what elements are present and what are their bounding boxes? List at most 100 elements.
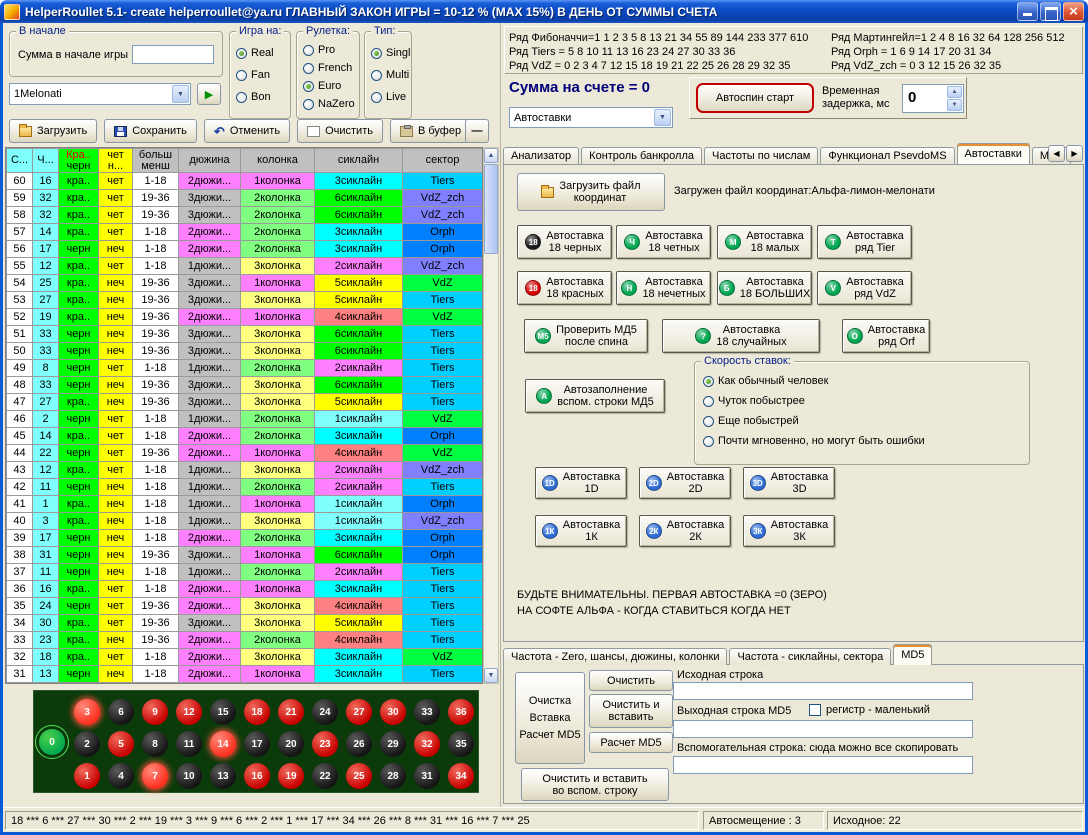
board-number-34[interactable]: 34 bbox=[448, 763, 474, 789]
board-number-36[interactable]: 36 bbox=[448, 699, 474, 725]
play-button[interactable]: ▶ bbox=[197, 83, 221, 105]
collapse-button[interactable]: — bbox=[465, 119, 489, 143]
speed-option-2[interactable]: Чуток побыстрее bbox=[703, 394, 925, 408]
table-row[interactable]: 498чернчет1-181дюжи...2колонка2сиклайнTi… bbox=[7, 360, 483, 377]
autobet-18-black-button[interactable]: 18Автоставка18 черных bbox=[517, 225, 612, 259]
table-row[interactable]: 3616кра..чет1-182дюжи...1колонка3сиклайн… bbox=[7, 581, 483, 598]
board-number-14[interactable]: 14 bbox=[210, 731, 236, 757]
board-number-30[interactable]: 30 bbox=[380, 699, 406, 725]
md5-clear-paste-calc-button[interactable]: Очистка Вставка Расчет MD5 bbox=[515, 672, 585, 764]
tab-freq-sixlines-sectors[interactable]: Частота - сиклайны, сектора bbox=[729, 648, 891, 665]
table-row[interactable]: 5832кра..чет19-363дюжи...2колонка6сиклай… bbox=[7, 207, 483, 224]
board-number-28[interactable]: 28 bbox=[380, 763, 406, 789]
board-number-35[interactable]: 35 bbox=[448, 731, 474, 757]
speed-option-3[interactable]: Еще побыстрей bbox=[703, 414, 925, 428]
table-row[interactable]: 5714кра..чет1-182дюжи...2колонка3сиклайн… bbox=[7, 224, 483, 241]
table-row[interactable]: 462чернчет1-181дюжи...2колонка1сиклайнVd… bbox=[7, 411, 483, 428]
board-number-16[interactable]: 16 bbox=[244, 763, 270, 789]
table-row[interactable]: 5033черннеч19-363дюжи...3колонка6сиклайн… bbox=[7, 343, 483, 360]
table-row[interactable]: 5327кра..неч19-363дюжи...3колонка5сиклай… bbox=[7, 292, 483, 309]
table-row[interactable]: 4211черннеч1-181дюжи...2колонка2сиклайнT… bbox=[7, 479, 483, 496]
lowercase-checkbox[interactable]: регистр - маленький bbox=[809, 704, 930, 716]
board-number-29[interactable]: 29 bbox=[380, 731, 406, 757]
table-row[interactable]: 3218кра..чет1-182дюжи...3колонка3сиклайн… bbox=[7, 649, 483, 666]
md5-calc-button[interactable]: Расчет MD5 bbox=[589, 732, 673, 753]
board-number-9[interactable]: 9 bbox=[142, 699, 168, 725]
start-sum-input[interactable] bbox=[132, 45, 214, 64]
board-number-0[interactable]: 0 bbox=[39, 729, 65, 755]
roulette-option-3[interactable]: Euro bbox=[303, 79, 355, 93]
table-row[interactable]: 411кра..неч1-181дюжи...1колонка1сиклайнO… bbox=[7, 496, 483, 513]
game-option-3[interactable]: Bon bbox=[236, 90, 274, 104]
autobet-18-odd-button[interactable]: НАвтоставка18 нечетных bbox=[616, 271, 711, 305]
board-number-18[interactable]: 18 bbox=[244, 699, 270, 725]
tabs-scroll-right-icon[interactable]: ▶ bbox=[1066, 145, 1083, 162]
load-button[interactable]: Загрузить bbox=[9, 119, 97, 143]
table-row[interactable]: 6016кра..чет1-182дюжи...1колонка3сиклайн… bbox=[7, 173, 483, 190]
autobet-3k-button[interactable]: 3КАвтоставка3К bbox=[743, 515, 835, 547]
table-scrollbar[interactable]: ▲ ▼ bbox=[483, 147, 499, 684]
tab-bankroll-control[interactable]: Контроль банкролла bbox=[581, 147, 702, 164]
minimize-button[interactable] bbox=[1017, 2, 1038, 21]
spin-down-icon[interactable]: ▼ bbox=[947, 99, 962, 111]
speed-option-4[interactable]: Почти мгновенно, но могут быть ошибки bbox=[703, 434, 925, 448]
board-number-20[interactable]: 20 bbox=[278, 731, 304, 757]
roulette-option-1[interactable]: Pro bbox=[303, 43, 355, 57]
tabs-scroll-left-icon[interactable]: ◀ bbox=[1048, 145, 1065, 162]
table-row[interactable]: 403кра..неч1-181дюжи...3колонка1сиклайнV… bbox=[7, 513, 483, 530]
type-option-1[interactable]: Singl bbox=[371, 46, 410, 60]
roulette-board[interactable]: 0369121518212427303336258111417202326293… bbox=[33, 690, 479, 793]
chevron-down-icon[interactable]: ▼ bbox=[654, 109, 671, 126]
clear-button[interactable]: Очистить bbox=[297, 119, 383, 143]
board-number-32[interactable]: 32 bbox=[414, 731, 440, 757]
board-number-33[interactable]: 33 bbox=[414, 699, 440, 725]
table-row[interactable]: 5512кра..чет1-181дюжи...3колонка2сиклайн… bbox=[7, 258, 483, 275]
table-row[interactable]: 4833черннеч19-363дюжи...3колонка6сиклайн… bbox=[7, 377, 483, 394]
autobet-row-tier-button[interactable]: ТАвтоставкаряд Tier bbox=[817, 225, 912, 259]
scroll-down-icon[interactable]: ▼ bbox=[484, 668, 498, 683]
autobet-2k-button[interactable]: 2КАвтоставка2К bbox=[639, 515, 731, 547]
tab-analyzer[interactable]: Анализатор bbox=[503, 147, 579, 164]
spin-up-icon[interactable]: ▲ bbox=[947, 86, 962, 98]
board-number-31[interactable]: 31 bbox=[414, 763, 440, 789]
autobet-row-orf-button[interactable]: ОАвтоставкаряд Orf bbox=[842, 319, 930, 353]
board-number-3[interactable]: 3 bbox=[74, 699, 100, 725]
table-row[interactable]: 4422чернчет19-362дюжи...1колонка4сиклайн… bbox=[7, 445, 483, 462]
board-number-11[interactable]: 11 bbox=[176, 731, 202, 757]
game-option-2[interactable]: Fan bbox=[236, 68, 274, 82]
board-number-15[interactable]: 15 bbox=[210, 699, 236, 725]
save-button[interactable]: Сохранить bbox=[104, 119, 197, 143]
autobet-18-even-button[interactable]: ЧАвтоставка18 четных bbox=[616, 225, 711, 259]
tab-freq-zero-chances-dozens-columns[interactable]: Частота - Zero, шансы, дюжины, колонки bbox=[503, 648, 727, 665]
board-number-21[interactable]: 21 bbox=[278, 699, 304, 725]
table-row[interactable]: 5133черннеч19-363дюжи...3колонка6сиклайн… bbox=[7, 326, 483, 343]
table-row[interactable]: 3524чернчет19-362дюжи...3колонка4сиклайн… bbox=[7, 598, 483, 615]
close-button[interactable] bbox=[1063, 2, 1084, 21]
type-option-2[interactable]: Multi bbox=[371, 68, 410, 82]
undo-button[interactable]: ↶Отменить bbox=[204, 119, 290, 143]
board-number-22[interactable]: 22 bbox=[312, 763, 338, 789]
autobet-18-red-button[interactable]: 18Автоставка18 красных bbox=[517, 271, 612, 305]
source-string-input[interactable] bbox=[673, 682, 973, 700]
table-row[interactable]: 3711черннеч1-181дюжи...2колонка2сиклайнT… bbox=[7, 564, 483, 581]
board-number-24[interactable]: 24 bbox=[312, 699, 338, 725]
roulette-option-4[interactable]: NaZero bbox=[303, 97, 355, 111]
speed-option-1[interactable]: Как обычный человек bbox=[703, 374, 925, 388]
table-row[interactable]: 3113черннеч1-182дюжи...1колонка3сиклайнT… bbox=[7, 666, 483, 683]
autobet-2d-button[interactable]: 2DАвтоставка2D bbox=[639, 467, 731, 499]
table-row[interactable]: 5219кра..неч19-362дюжи...1колонка4сиклай… bbox=[7, 309, 483, 326]
board-number-8[interactable]: 8 bbox=[142, 731, 168, 757]
board-number-10[interactable]: 10 bbox=[176, 763, 202, 789]
autobet-18-low-button[interactable]: МАвтоставка18 малых bbox=[717, 225, 812, 259]
table-row[interactable]: 3430кра..чет19-363дюжи...3колонка5сиклай… bbox=[7, 615, 483, 632]
board-number-4[interactable]: 4 bbox=[108, 763, 134, 789]
game-option-1[interactable]: Real bbox=[236, 46, 274, 60]
aux-string-input[interactable] bbox=[673, 756, 973, 774]
board-number-19[interactable]: 19 bbox=[278, 763, 304, 789]
tab-number-frequencies[interactable]: Частоты по числам bbox=[704, 147, 818, 164]
table-row[interactable]: 4727кра..неч19-363дюжи...3колонка5сиклай… bbox=[7, 394, 483, 411]
copy-buffer-button[interactable]: В буфер bbox=[390, 119, 471, 143]
chevron-down-icon[interactable]: ▼ bbox=[172, 85, 189, 103]
title-bar[interactable]: HelperRoullet 5.1- create helperroullet@… bbox=[0, 0, 1088, 23]
tab-psevdoms-functional[interactable]: Функционал PsevdoMS bbox=[820, 147, 954, 164]
